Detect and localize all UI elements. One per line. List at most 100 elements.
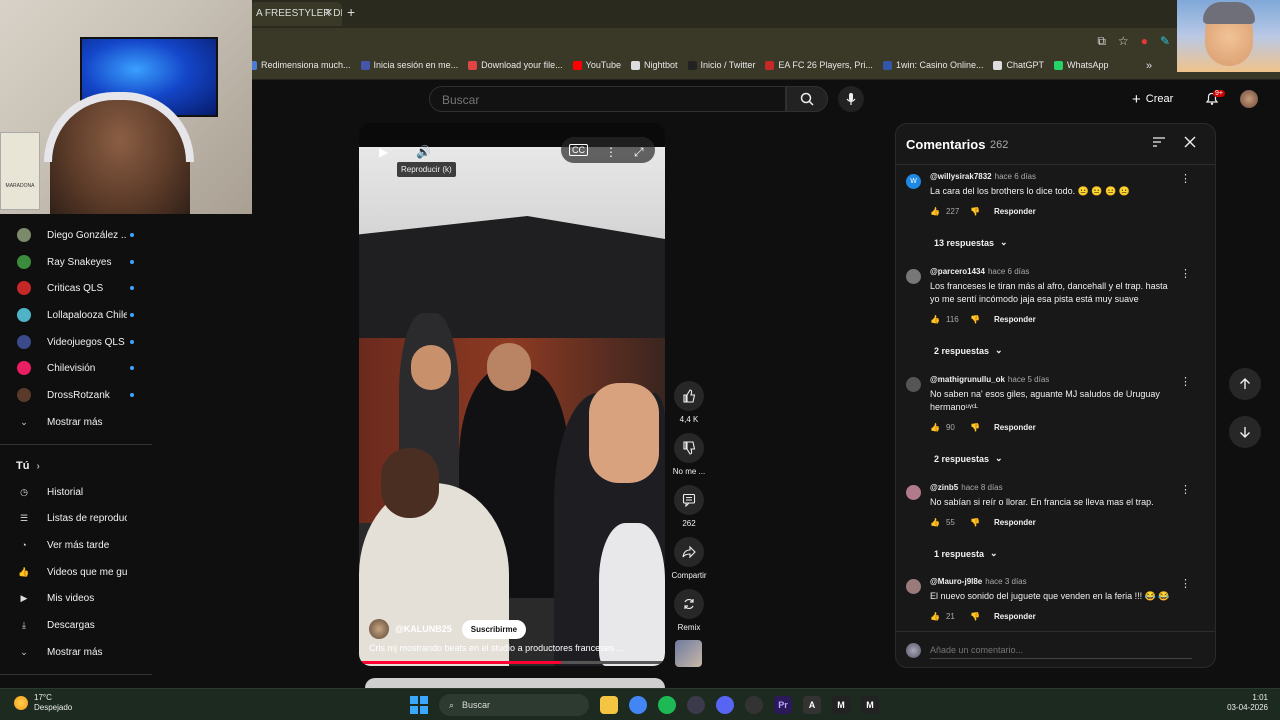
sidebar-show-more-subscriptions[interactable]: ⌄ Mostrar más (0, 409, 152, 435)
comment-author[interactable]: @parcero1434 (930, 267, 985, 276)
comment-like-icon[interactable]: 👍 (930, 315, 940, 324)
comment-dislike-icon[interactable]: 👎 (970, 423, 980, 432)
comment-menu-icon[interactable]: ⋮ (1180, 375, 1191, 388)
view-replies-button[interactable]: 1 respuesta ⌄ (934, 548, 998, 559)
taskbar-search[interactable]: ⌕ Buscar (439, 694, 589, 716)
translate-icon[interactable]: ✎ (1160, 34, 1170, 49)
comment-menu-icon[interactable]: ⋮ (1180, 577, 1191, 590)
app-icon[interactable] (687, 696, 705, 714)
comment-dislike-icon[interactable]: 👎 (970, 207, 980, 216)
bookmark-item[interactable]: Download your file... (468, 60, 563, 70)
bookmark-item[interactable]: Inicio / Twitter (687, 60, 755, 70)
sidebar-item-liked-videos[interactable]: 👍 Videos que me gus... (0, 559, 152, 585)
channel-avatar[interactable] (369, 619, 389, 639)
search-button[interactable] (786, 86, 828, 112)
sidebar-item-my-videos[interactable]: ▶ Mis videos (0, 585, 152, 611)
sort-icon[interactable] (1152, 136, 1166, 148)
bookmarks-more-icon[interactable]: » (1146, 60, 1152, 72)
sidebar-item-subscription[interactable]: Videojuegos QLS (0, 329, 152, 355)
comment-like-icon[interactable]: 👍 (930, 612, 940, 621)
sidebar-item-subscription[interactable]: Ray Snakeyes (0, 249, 152, 275)
comment-menu-icon[interactable]: ⋮ (1180, 172, 1191, 185)
sidebar-item-watch-later[interactable]: ◔ Ver más tarde (0, 532, 152, 558)
comment-reply-button[interactable]: Responder (994, 612, 1036, 621)
view-replies-button[interactable]: 2 respuestas ⌄ (934, 345, 1003, 356)
bookmark-star-icon[interactable]: ☆ (1118, 34, 1129, 49)
comment-reply-button[interactable]: Responder (994, 207, 1036, 216)
sound-thumbnail[interactable] (675, 640, 702, 667)
windows-start-icon[interactable] (410, 696, 428, 714)
install-icon[interactable]: ⧉ (1097, 34, 1106, 49)
search-box[interactable] (429, 86, 786, 112)
comment-like-icon[interactable]: 👍 (930, 207, 940, 216)
comment-like-icon[interactable]: 👍 (930, 423, 940, 432)
comment-author[interactable]: @zinb5 (930, 483, 958, 492)
share-button[interactable]: Compartir (670, 537, 708, 580)
bookmark-item[interactable]: ChatGPT (993, 60, 1044, 70)
taskbar-clock[interactable]: 1:01 03-04-2026 (1214, 693, 1268, 713)
commenter-avatar[interactable] (906, 485, 921, 500)
voice-search-button[interactable] (838, 86, 864, 112)
sidebar-item-downloads[interactable]: ⤓ Descargas (0, 612, 152, 638)
comment-menu-icon[interactable]: ⋮ (1180, 267, 1191, 280)
video-progress-bar[interactable] (359, 661, 665, 664)
comment-reply-button[interactable]: Responder (994, 518, 1036, 527)
play-icon[interactable]: ▶ (379, 145, 388, 159)
sidebar-item-subscription[interactable]: Chilevisión (0, 355, 152, 381)
sidebar-item-subscription[interactable]: Lollapalooza Chile (0, 302, 152, 328)
sidebar-item-history[interactable]: ◷ Historial (0, 479, 152, 505)
video-title[interactable]: Cris mj mostrando beats en el studio a p… (369, 643, 659, 653)
bookmark-item[interactable]: Nightbot (631, 60, 678, 70)
search-input[interactable] (442, 93, 762, 107)
comment-author[interactable]: @Mauro-j9l8e (930, 577, 982, 586)
comment-dislike-icon[interactable]: 👎 (970, 612, 980, 621)
app-m-icon[interactable]: M (832, 696, 850, 714)
comment-dislike-icon[interactable]: 👎 (970, 315, 980, 324)
extension-icon[interactable]: ● (1141, 34, 1148, 49)
comment-author[interactable]: @mathigrunullu_ok (930, 375, 1005, 384)
captions-icon[interactable]: CC (569, 144, 588, 156)
close-icon[interactable] (1184, 136, 1196, 148)
bookmark-item[interactable]: YouTube (572, 60, 621, 70)
bookmark-item[interactable]: Inicia sesión en me... (360, 60, 458, 70)
view-replies-button[interactable]: 13 respuestas ⌄ (934, 237, 1008, 248)
bookmark-item[interactable]: EA FC 26 Players, Pri... (765, 60, 873, 70)
you-section-header[interactable]: Tú › (16, 460, 40, 472)
sidebar-item-subscription[interactable]: Diego González ... (0, 222, 152, 248)
channel-name[interactable]: @KALUNB25 (395, 624, 452, 634)
sidebar-show-more-you[interactable]: ⌄ Mostrar más (0, 639, 152, 665)
more-options-icon[interactable]: ⋮ (605, 145, 617, 159)
chrome-icon[interactable] (629, 696, 647, 714)
remix-button[interactable]: Remix (670, 589, 708, 632)
volume-icon[interactable]: 🔊 (416, 145, 431, 159)
weather-widget[interactable]: 17°C Despejado (14, 693, 72, 713)
commenter-avatar[interactable]: W (906, 174, 921, 189)
tab-close-icon[interactable]: ✕ (324, 6, 333, 19)
app-m2-icon[interactable]: M (861, 696, 879, 714)
commenter-avatar[interactable] (906, 579, 921, 594)
view-replies-button[interactable]: 2 respuestas ⌄ (934, 453, 1003, 464)
like-button[interactable]: 4,4 K (670, 381, 708, 424)
sidebar-item-subscription[interactable]: DrossRotzank (0, 382, 152, 408)
comment-reply-button[interactable]: Responder (994, 315, 1036, 324)
commenter-avatar[interactable] (906, 269, 921, 284)
obs-icon[interactable] (745, 696, 763, 714)
bookmark-item[interactable]: Redimensiona much... (248, 60, 351, 70)
bookmark-item[interactable]: WhatsApp (1054, 60, 1109, 70)
shorts-video-player[interactable]: ▶ 🔊 CC ⋮ ⤢ Reproducir (k) @KALUNB25 Susc… (359, 123, 665, 666)
sidebar-item-subscription[interactable]: Criticas QLS (0, 275, 152, 301)
sidebar-item-playlists[interactable]: ☰ Listas de reproducc... (0, 505, 152, 531)
next-short-button[interactable] (1229, 416, 1261, 448)
bookmark-item[interactable]: 1win: Casino Online... (882, 60, 983, 70)
comment-author[interactable]: @willysirak7832 (930, 172, 992, 181)
spotify-icon[interactable] (658, 696, 676, 714)
previous-short-button[interactable] (1229, 368, 1261, 400)
fullscreen-icon[interactable]: ⤢ (634, 145, 644, 160)
add-comment-input[interactable] (930, 641, 1192, 659)
account-avatar[interactable] (1240, 90, 1258, 108)
new-tab-icon[interactable]: + (347, 4, 355, 20)
comment-dislike-icon[interactable]: 👎 (970, 518, 980, 527)
discord-icon[interactable] (716, 696, 734, 714)
commenter-avatar[interactable] (906, 377, 921, 392)
comment-reply-button[interactable]: Responder (994, 423, 1036, 432)
